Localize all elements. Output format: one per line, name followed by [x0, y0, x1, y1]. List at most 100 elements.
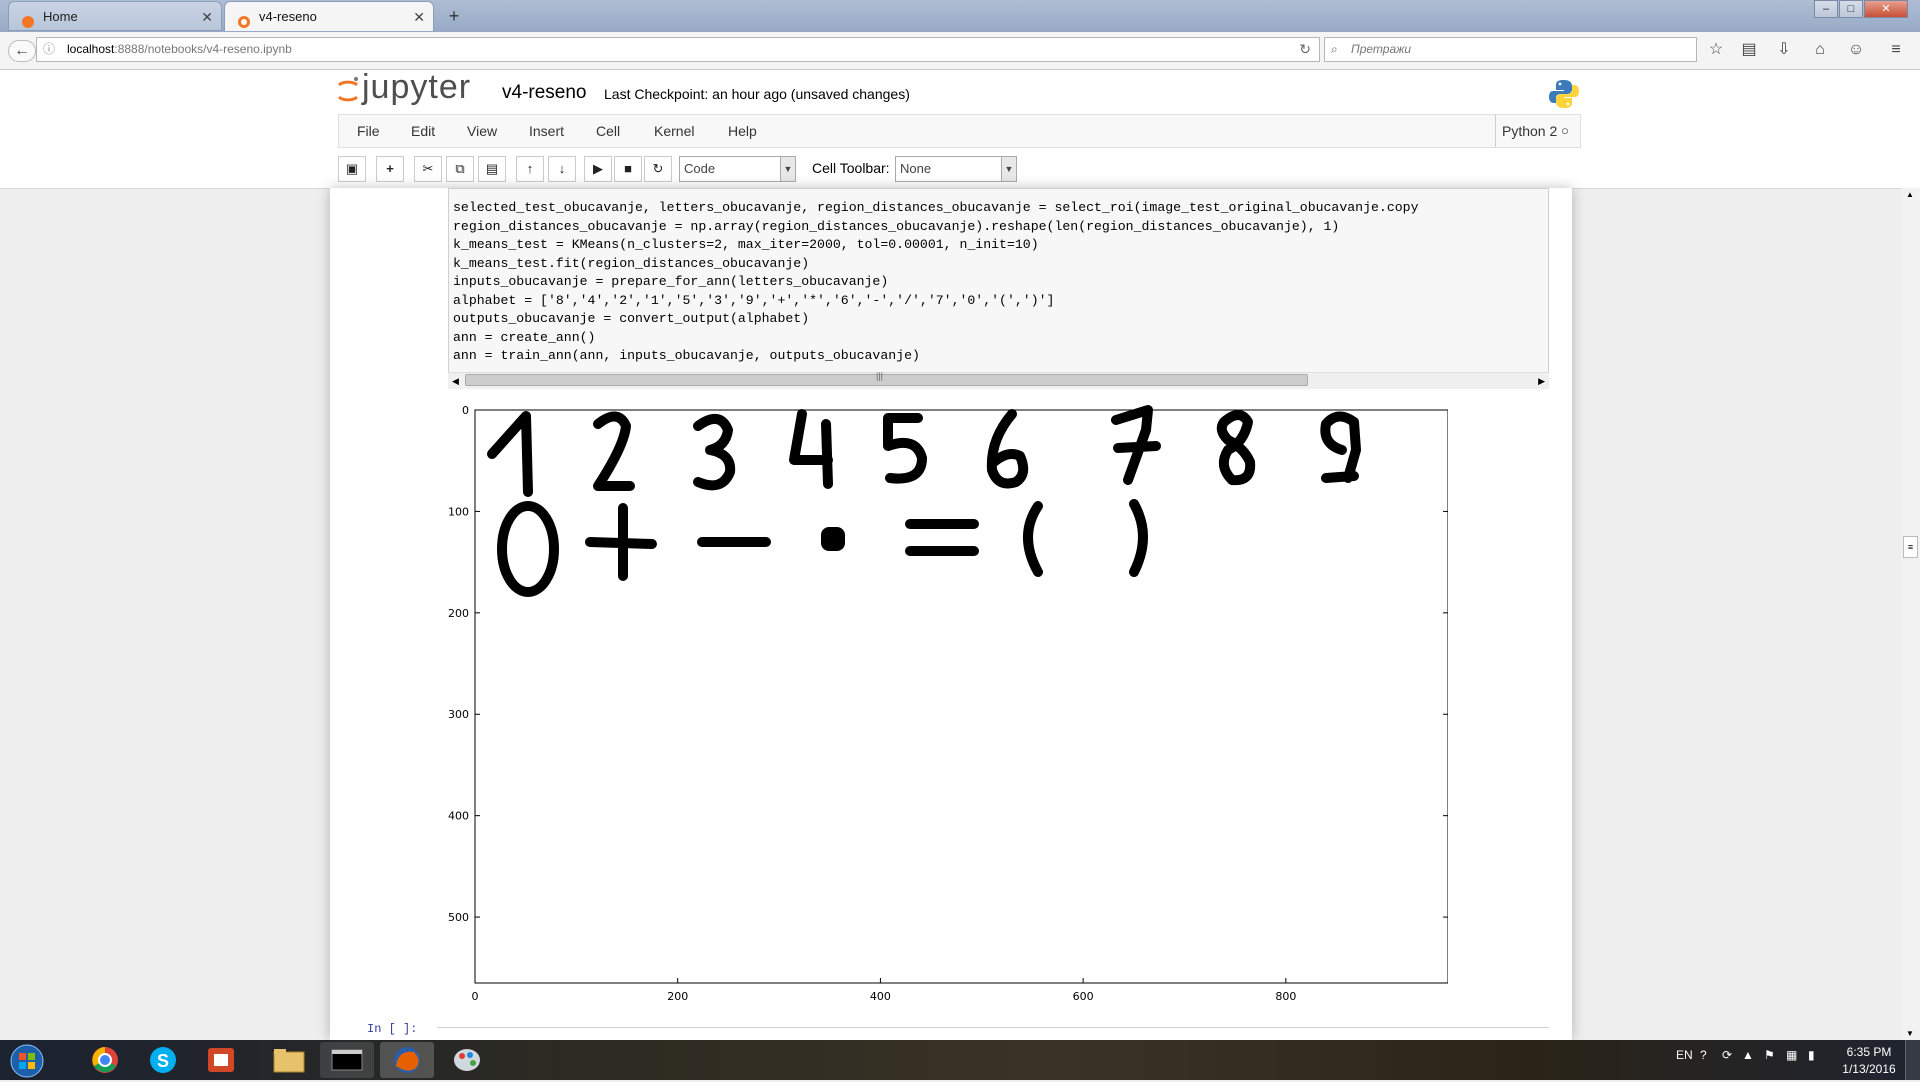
- presentation-app-icon[interactable]: [194, 1042, 248, 1078]
- cell-type-select[interactable]: Code ▼: [679, 156, 796, 182]
- close-icon[interactable]: ✕: [201, 2, 213, 32]
- cell-toolbar-label: Cell Toolbar:: [812, 160, 890, 176]
- horizontal-scrollbar-thumb[interactable]: |||: [465, 371, 1308, 386]
- menu-kernel[interactable]: Kernel: [654, 115, 694, 147]
- code-line: alphabet = ['8','4','2','1','5','3','9',…: [453, 292, 1055, 308]
- menu-help[interactable]: Help: [728, 115, 757, 147]
- checkpoint-status: Last Checkpoint: an hour ago (unsaved ch…: [604, 86, 910, 102]
- save-icon[interactable]: ▣: [338, 156, 366, 182]
- scroll-down-arrow-icon[interactable]: ▼: [1906, 1029, 1914, 1038]
- vertical-scrollbar[interactable]: ▲ ≡ ▼: [1901, 188, 1920, 1040]
- cut-scissors-icon[interactable]: ✂: [414, 156, 442, 182]
- sync-icon[interactable]: ⟳: [1722, 1048, 1732, 1062]
- signal-icon[interactable]: ▮: [1808, 1048, 1815, 1062]
- plot-output: 0 200 400 600 800 0 100 200 300 400 500: [448, 400, 1449, 1010]
- jupyter-logo-text[interactable]: jupyter: [362, 68, 471, 107]
- code-line: k_means_test.fit(region_distances_obucav…: [453, 255, 810, 271]
- copy-icon[interactable]: ⧉: [446, 156, 474, 182]
- menu-file[interactable]: File: [357, 115, 380, 147]
- help-icon[interactable]: ?: [1700, 1048, 1707, 1062]
- paint-app-icon[interactable]: [440, 1042, 494, 1078]
- chevron-down-icon: ▼: [780, 157, 795, 181]
- menu-view[interactable]: View: [467, 115, 497, 147]
- close-icon[interactable]: ✕: [413, 2, 425, 32]
- site-info-icon[interactable]: ⓘ: [43, 38, 55, 61]
- browser-tab-bar: Home ✕ v4-reseno ✕ + – □ ✕: [0, 0, 1920, 32]
- download-icon[interactable]: ⇩: [1773, 40, 1795, 60]
- menu-edit[interactable]: Edit: [411, 115, 435, 147]
- language-indicator[interactable]: EN: [1676, 1048, 1693, 1062]
- code-line: inputs_obucavanje = prepare_for_ann(lett…: [453, 274, 889, 289]
- plot-frame: [474, 409, 1449, 984]
- code-line: ann = create_ann(): [453, 329, 596, 345]
- move-up-arrow-icon[interactable]: ↑: [516, 156, 544, 182]
- start-button-icon[interactable]: [6, 1043, 48, 1079]
- kernel-idle-indicator-icon: ○: [1561, 123, 1569, 138]
- terminal-app-icon[interactable]: [320, 1042, 374, 1078]
- maximize-button[interactable]: □: [1839, 0, 1863, 18]
- chrome-app-icon[interactable]: [78, 1042, 132, 1078]
- scroll-right-arrow-icon[interactable]: ▶: [1538, 373, 1545, 389]
- y-tick-label: 300: [448, 708, 469, 721]
- new-tab-button[interactable]: +: [444, 5, 464, 27]
- jupyter-favicon-icon: [21, 10, 35, 28]
- show-hidden-icons-icon[interactable]: ▲: [1742, 1048, 1754, 1062]
- network-icon[interactable]: ▦: [1786, 1048, 1797, 1062]
- paste-icon[interactable]: ▤: [478, 156, 506, 182]
- home-icon[interactable]: ⌂: [1809, 40, 1831, 60]
- x-tick-label: 600: [1073, 990, 1094, 1003]
- code-cell-input[interactable]: selected_test_obucavanje, letters_obucav…: [448, 188, 1549, 388]
- scroll-up-arrow-icon[interactable]: ▲: [1906, 190, 1914, 199]
- python-logo-icon: [1548, 78, 1580, 110]
- y-tick-label: 200: [448, 607, 469, 620]
- clock-date[interactable]: 1/13/2016: [1836, 1062, 1902, 1076]
- skype-app-icon[interactable]: S: [136, 1042, 190, 1078]
- cell-type-value: Code: [684, 161, 716, 176]
- clock-time[interactable]: 6:35 PM: [1840, 1045, 1898, 1059]
- back-arrow-icon[interactable]: ←: [8, 40, 36, 62]
- kernel-name: Python 2: [1495, 115, 1557, 147]
- code-line: outputs_obucavanje = convert_output(alph…: [453, 311, 810, 326]
- notebook-name[interactable]: v4-reseno: [502, 82, 587, 104]
- bookmark-star-icon[interactable]: ☆: [1705, 40, 1727, 60]
- reload-icon[interactable]: ↻: [1299, 38, 1311, 61]
- x-tick-label: 400: [870, 990, 891, 1003]
- cell-toolbar-select[interactable]: None ▼: [895, 156, 1017, 182]
- y-tick-label: 0: [462, 404, 469, 417]
- show-desktop-button[interactable]: [1905, 1040, 1920, 1080]
- input-prompt: In [ ]:: [367, 1022, 418, 1036]
- chevron-down-icon: ▼: [1001, 157, 1016, 181]
- tab-home[interactable]: Home ✕: [8, 1, 222, 31]
- restart-icon[interactable]: ↻: [644, 156, 672, 182]
- vertical-scrollbar-thumb[interactable]: ≡: [1903, 536, 1918, 558]
- close-window-button[interactable]: ✕: [1864, 0, 1908, 18]
- svg-text:S: S: [157, 1051, 169, 1071]
- run-play-icon[interactable]: ▶: [584, 156, 612, 182]
- code-line: selected_test_obucavanje, letters_obucav…: [453, 200, 1419, 215]
- tab-v4-reseno[interactable]: v4-reseno ✕: [224, 1, 434, 31]
- chat-icon[interactable]: ☺: [1845, 40, 1867, 60]
- file-explorer-app-icon[interactable]: [262, 1042, 316, 1078]
- url-bar[interactable]: ⓘ localhost:8888/notebooks/v4-reseno.ipy…: [36, 37, 1320, 62]
- menu-cell[interactable]: Cell: [596, 115, 620, 147]
- move-down-arrow-icon[interactable]: ↓: [548, 156, 576, 182]
- reading-list-icon[interactable]: ▤: [1738, 40, 1760, 60]
- search-input[interactable]: ⌕ Претражи: [1324, 37, 1697, 62]
- search-icon: ⌕: [1331, 42, 1338, 56]
- hamburger-menu-icon[interactable]: ≡: [1885, 40, 1907, 60]
- scroll-left-arrow-icon[interactable]: ◀: [452, 373, 459, 389]
- x-tick-label: 0: [472, 990, 479, 1003]
- minimize-button[interactable]: –: [1814, 0, 1838, 18]
- code-line: ann = train_ann(ann, inputs_obucavanje, …: [453, 348, 920, 363]
- search-placeholder: Претражи: [1351, 42, 1412, 56]
- stop-square-icon[interactable]: ■: [614, 156, 642, 182]
- menu-insert[interactable]: Insert: [529, 115, 564, 147]
- insert-cell-plus-icon[interactable]: +: [376, 156, 404, 182]
- x-tick-label: 200: [667, 990, 688, 1003]
- y-tick-label: 100: [448, 505, 469, 518]
- flag-icon[interactable]: ⚑: [1764, 1048, 1775, 1062]
- jupyter-logo-icon: [336, 76, 360, 106]
- menu-bar: File Edit View Insert Cell Kernel Help P…: [338, 114, 1581, 148]
- code-line: k_means_test = KMeans(n_clusters=2, max_…: [453, 237, 1039, 252]
- firefox-app-icon[interactable]: [380, 1042, 434, 1078]
